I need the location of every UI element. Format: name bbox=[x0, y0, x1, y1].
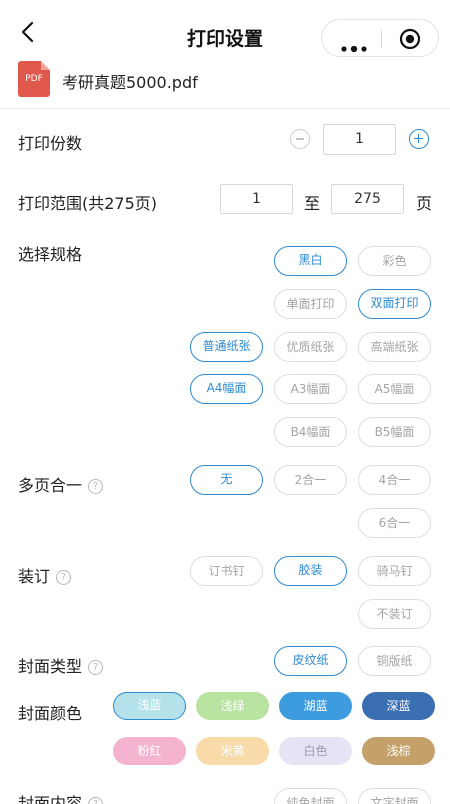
divider bbox=[0, 108, 450, 109]
target-close-icon[interactable] bbox=[399, 28, 421, 50]
swatch-light-green[interactable]: 浅绿 bbox=[196, 692, 269, 720]
option-multi-6[interactable]: 6合一 bbox=[358, 508, 431, 538]
cover-content-label-text: 封面内容 bbox=[18, 794, 83, 804]
swatch-light-blue[interactable]: 浅蓝 bbox=[113, 692, 186, 720]
binding-label: 装订? bbox=[18, 563, 72, 587]
option-size-b4[interactable]: B4幅面 bbox=[274, 417, 347, 447]
nav-bar: 打印设置 bbox=[0, 0, 450, 58]
option-color[interactable]: 彩色 bbox=[358, 246, 431, 276]
option-content-plain[interactable]: 纯色封面 bbox=[274, 788, 347, 804]
cover-color-label: 封面颜色 bbox=[18, 704, 83, 723]
help-icon[interactable]: ? bbox=[88, 660, 104, 675]
swatch-lake-blue[interactable]: 湖蓝 bbox=[279, 692, 352, 720]
option-size-b5[interactable]: B5幅面 bbox=[358, 417, 431, 447]
help-icon[interactable]: ? bbox=[88, 479, 104, 494]
plus-icon[interactable] bbox=[409, 129, 429, 149]
multi-page-label-text: 多页合一 bbox=[18, 476, 83, 495]
option-single-side[interactable]: 单面打印 bbox=[274, 289, 347, 319]
swatch-light-brown[interactable]: 浅棕 bbox=[362, 737, 435, 765]
swatch-beige[interactable]: 米黄 bbox=[196, 737, 269, 765]
option-paper-premium[interactable]: 高端纸张 bbox=[358, 332, 431, 362]
option-bind-staple[interactable]: 订书钉 bbox=[190, 556, 263, 586]
option-content-text[interactable]: 文字封面 bbox=[358, 788, 431, 804]
copies-input[interactable]: 1 bbox=[323, 124, 396, 155]
swatch-pink[interactable]: 粉红 bbox=[113, 737, 186, 765]
range-unit: 页 bbox=[416, 194, 433, 213]
option-paper-quality[interactable]: 优质纸张 bbox=[274, 332, 347, 362]
range-to-word: 至 bbox=[304, 194, 321, 213]
copies-label: 打印份数 bbox=[18, 134, 83, 153]
range-from-input[interactable]: 1 bbox=[220, 184, 293, 214]
option-multi-2[interactable]: 2合一 bbox=[274, 465, 347, 495]
range-label: 打印范围(共275页) bbox=[18, 194, 158, 213]
option-size-a3[interactable]: A3幅面 bbox=[274, 374, 347, 404]
option-double-side[interactable]: 双面打印 bbox=[358, 289, 431, 319]
option-multi-none[interactable]: 无 bbox=[190, 465, 263, 495]
cover-type-label-text: 封面类型 bbox=[18, 657, 83, 676]
option-size-a4[interactable]: A4幅面 bbox=[190, 374, 263, 404]
minus-icon[interactable] bbox=[290, 129, 310, 149]
capsule-divider bbox=[381, 30, 382, 48]
range-to-input[interactable]: 275 bbox=[331, 184, 404, 214]
swatch-white[interactable]: 白色 bbox=[279, 737, 352, 765]
option-size-a5[interactable]: A5幅面 bbox=[358, 374, 431, 404]
multi-page-label: 多页合一? bbox=[18, 472, 104, 496]
option-cover-coated[interactable]: 铜版纸 bbox=[358, 646, 431, 676]
pdf-file-icon: PDF bbox=[18, 61, 50, 97]
option-paper-normal[interactable]: 普通纸张 bbox=[190, 332, 263, 362]
mini-program-capsule bbox=[321, 19, 439, 57]
file-row: PDF 考研真题5000.pdf bbox=[18, 61, 438, 97]
binding-label-text: 装订 bbox=[18, 567, 51, 586]
help-icon[interactable]: ? bbox=[56, 570, 72, 585]
option-cover-leather[interactable]: 皮纹纸 bbox=[274, 646, 347, 676]
pdf-icon-label: PDF bbox=[25, 74, 43, 84]
option-bind-none[interactable]: 不装订 bbox=[358, 599, 431, 629]
option-black-white[interactable]: 黑白 bbox=[274, 246, 347, 276]
swatch-dark-blue[interactable]: 深蓝 bbox=[362, 692, 435, 720]
file-name: 考研真题5000.pdf bbox=[62, 73, 198, 92]
cover-content-label: 封面内容? bbox=[18, 790, 104, 804]
option-bind-glue[interactable]: 胶装 bbox=[274, 556, 347, 586]
spec-label: 选择规格 bbox=[18, 245, 83, 264]
more-dots-icon[interactable] bbox=[339, 37, 369, 53]
cover-type-label: 封面类型? bbox=[18, 653, 104, 677]
option-bind-saddle[interactable]: 骑马钉 bbox=[358, 556, 431, 586]
option-multi-4[interactable]: 4合一 bbox=[358, 465, 431, 495]
help-icon[interactable]: ? bbox=[88, 797, 104, 804]
pdf-icon-fold bbox=[41, 61, 50, 70]
